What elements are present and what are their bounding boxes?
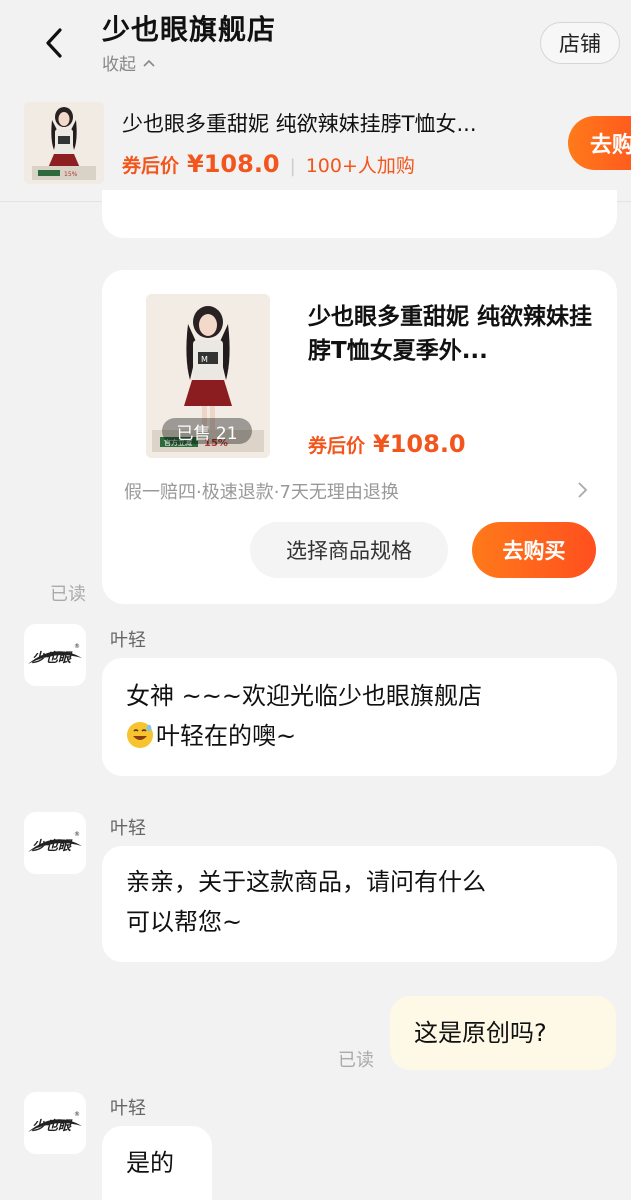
product-price: ¥108.0 [373, 430, 466, 458]
svg-text:®: ® [74, 643, 80, 650]
message-text: 这是原创吗? [414, 1019, 547, 1047]
pinned-buy-button[interactable]: 去购 [568, 116, 631, 170]
seller-avatar[interactable]: 少也眼 ® [24, 1092, 86, 1154]
coupon-price-label: 券后价 [122, 155, 180, 177]
message-line: 可以帮您~ [126, 908, 243, 936]
read-status: 已读 [338, 1050, 374, 1071]
sender-name: 叶轻 [110, 630, 146, 651]
select-spec-button[interactable]: 选择商品规格 [250, 522, 448, 578]
chevron-right-icon[interactable] [576, 480, 588, 500]
product-card[interactable]: M 官方立减 15% 已售 21 少也眼多重甜妮 纯欲辣妹挂脖T恤女夏季外...… [102, 270, 617, 604]
svg-text:15%: 15% [64, 171, 78, 178]
svg-text:少也眼: 少也眼 [31, 838, 73, 854]
seller-avatar[interactable]: 少也眼 ® [24, 624, 86, 686]
svg-text:®: ® [74, 831, 80, 838]
coupon-price-label: 券后价 [308, 435, 366, 457]
pinned-price: ¥108.0 [187, 150, 280, 178]
sold-count-badge: 已售 21 [162, 418, 252, 444]
svg-text:少也眼: 少也眼 [31, 650, 73, 666]
product-price-row: 券后价 ¥108.0 [308, 430, 466, 458]
message-text: 是的 [126, 1149, 174, 1177]
store-button[interactable]: 店铺 [540, 22, 620, 64]
chat-header: 少也眼旗舰店 收起 店铺 [0, 0, 631, 90]
collapse-toggle[interactable]: 收起 [102, 50, 156, 75]
message-bubble[interactable]: 是的 [102, 1126, 212, 1200]
read-status: 已读 [50, 584, 86, 605]
seller-avatar[interactable]: 少也眼 ® [24, 812, 86, 874]
buy-now-button[interactable]: 去购买 [472, 522, 596, 578]
svg-text:®: ® [74, 1111, 80, 1118]
back-arrow-icon[interactable] [40, 26, 70, 60]
sender-name: 叶轻 [110, 1098, 146, 1119]
svg-text:M: M [201, 355, 208, 364]
divider: | [289, 156, 296, 177]
cart-count: 100+人加购 [305, 155, 415, 177]
shop-title: 少也眼旗舰店 [102, 13, 277, 46]
collapse-label: 收起 [102, 55, 136, 75]
chevron-up-icon [143, 59, 155, 67]
message-line: 亲亲，关于这款商品，请问有什么 [126, 868, 486, 896]
service-guarantee[interactable]: 假一赔四·极速退款·7天无理由退换 [124, 478, 399, 504]
pinned-product-bar[interactable]: 15% 少也眼多重甜妮 纯欲辣妹挂脖T恤女... 券后价 ¥108.0 | 10… [0, 96, 631, 202]
previous-message-bubble [102, 190, 617, 238]
sender-name: 叶轻 [110, 818, 146, 839]
message-line: 女神 ~~~欢迎光临少也眼旗舰店 [126, 682, 482, 710]
my-message-bubble[interactable]: 这是原创吗? [390, 996, 616, 1070]
pinned-price-row: 券后价 ¥108.0 | 100+人加购 [122, 150, 415, 178]
grinning-sweat-emoji-icon [127, 722, 153, 748]
pinned-product-image: 15% [24, 102, 104, 184]
product-title[interactable]: 少也眼多重甜妮 纯欲辣妹挂脖T恤女夏季外... [308, 300, 598, 368]
pinned-product-title[interactable]: 少也眼多重甜妮 纯欲辣妹挂脖T恤女... [122, 108, 562, 138]
message-text: 叶轻在的噢~ [156, 722, 297, 750]
message-bubble[interactable]: 女神 ~~~欢迎光临少也眼旗舰店 叶轻在的噢~ [102, 658, 617, 776]
message-line-with-emoji: 叶轻在的噢~ [126, 716, 593, 756]
message-bubble[interactable]: 亲亲，关于这款商品，请问有什么 可以帮您~ [102, 846, 617, 962]
svg-text:少也眼: 少也眼 [31, 1118, 73, 1134]
